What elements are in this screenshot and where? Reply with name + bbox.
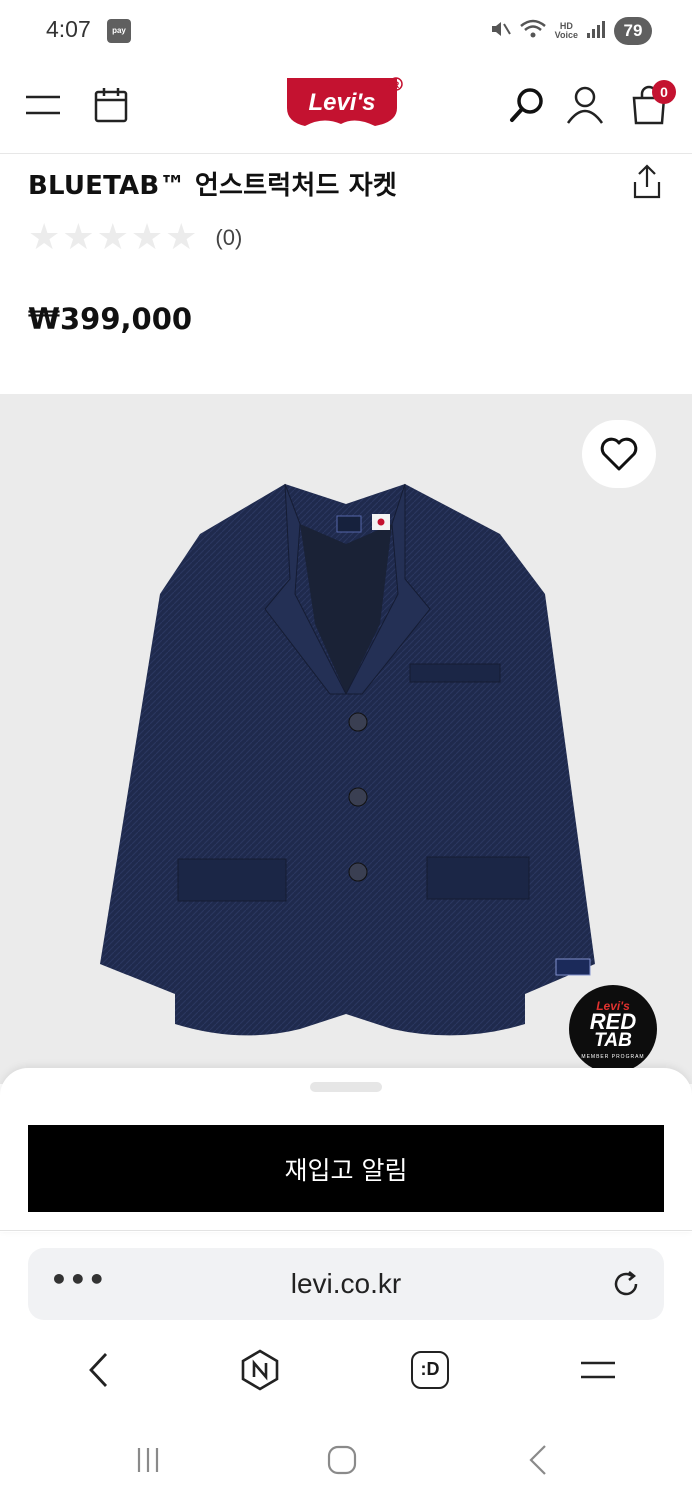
naver-home-button[interactable] — [238, 1348, 282, 1392]
heart-icon — [600, 437, 638, 471]
recent-apps-icon — [137, 1448, 159, 1472]
search-button[interactable] — [504, 82, 550, 128]
url-text[interactable]: levi.co.kr — [28, 1248, 664, 1320]
jacket-image — [100, 483, 595, 1036]
reload-icon — [614, 1271, 638, 1296]
logo-text: Levi's — [308, 89, 375, 116]
system-nav-bar — [0, 1420, 692, 1500]
calendar-icon — [94, 88, 128, 123]
rating-row[interactable]: ★ ★ ★ ★ ★ (0) — [28, 220, 242, 256]
levis-logo[interactable]: Levi's R — [285, 76, 407, 130]
mute-icon — [489, 18, 511, 44]
status-icons: HD Voice 79 — [489, 16, 652, 46]
menu-lines-icon — [581, 1361, 615, 1379]
recent-apps-button[interactable] — [126, 1438, 170, 1482]
share-button[interactable] — [630, 164, 664, 200]
calendar-button[interactable] — [88, 82, 134, 128]
cart-button[interactable]: 0 — [626, 80, 676, 128]
wifi-icon — [519, 18, 547, 44]
home-icon — [327, 1445, 357, 1475]
share-icon — [633, 164, 661, 199]
signal-icon — [586, 19, 606, 43]
back-chevron-icon — [529, 1445, 546, 1475]
status-bar: 4:07 pay HD Voice 79 — [0, 0, 692, 62]
product-price: ₩399,000 — [28, 302, 193, 336]
browser-toolbar: :D — [0, 1340, 692, 1400]
more-options-icon[interactable]: ••• — [50, 1266, 107, 1294]
chevron-left-icon — [89, 1353, 108, 1387]
browser-address-bar[interactable]: levi.co.kr ••• — [28, 1248, 664, 1320]
browser-menu-button[interactable] — [576, 1348, 620, 1392]
naver-n-icon — [241, 1349, 279, 1391]
hamburger-icon — [26, 95, 60, 115]
account-button[interactable] — [562, 82, 608, 128]
star-rating: ★ ★ ★ ★ ★ — [28, 220, 197, 256]
battery-indicator: 79 — [614, 17, 652, 45]
product-title: BLUETAB™ 언스트럭처드 자켓 — [28, 171, 398, 201]
user-icon — [566, 86, 604, 124]
smile-face-icon: :D — [411, 1351, 449, 1389]
pay-icon: pay — [107, 19, 131, 43]
menu-button[interactable] — [20, 82, 66, 128]
back-button[interactable] — [76, 1348, 120, 1392]
star-icon: ★ — [62, 217, 95, 258]
svg-text:R: R — [393, 80, 400, 90]
app-header: Levi's R 0 — [0, 62, 692, 154]
restock-notify-button[interactable]: 재입고 알림 — [28, 1125, 664, 1212]
wishlist-button[interactable] — [582, 420, 656, 488]
reload-button[interactable] — [610, 1268, 642, 1300]
divider — [0, 1230, 692, 1231]
review-count: (0) — [215, 225, 243, 250]
search-icon — [510, 88, 543, 122]
star-icon: ★ — [130, 217, 164, 258]
hd-voice-icon: HD Voice — [554, 21, 578, 40]
sheet-drag-handle[interactable] — [310, 1082, 382, 1092]
badge-tab: TAB — [594, 1030, 632, 1051]
badge-red: RED — [589, 1009, 637, 1034]
star-icon: ★ — [165, 217, 198, 258]
cart-count-badge: 0 — [652, 80, 676, 104]
badge-subtitle: MEMBER PROGRAM — [581, 1054, 645, 1060]
status-time: 4:07 — [46, 16, 91, 42]
purchase-sheet: 재입고 알림 — [0, 1068, 692, 1232]
product-image[interactable]: Levi's RED TAB MEMBER PROGRAM — [0, 394, 692, 1084]
home-button[interactable] — [320, 1438, 364, 1482]
star-icon: ★ — [28, 217, 61, 258]
red-tab-member-badge[interactable]: Levi's RED TAB MEMBER PROGRAM — [569, 985, 657, 1073]
star-icon: ★ — [96, 217, 129, 258]
system-back-button[interactable] — [516, 1438, 560, 1482]
emoji-button[interactable]: :D — [408, 1348, 452, 1392]
